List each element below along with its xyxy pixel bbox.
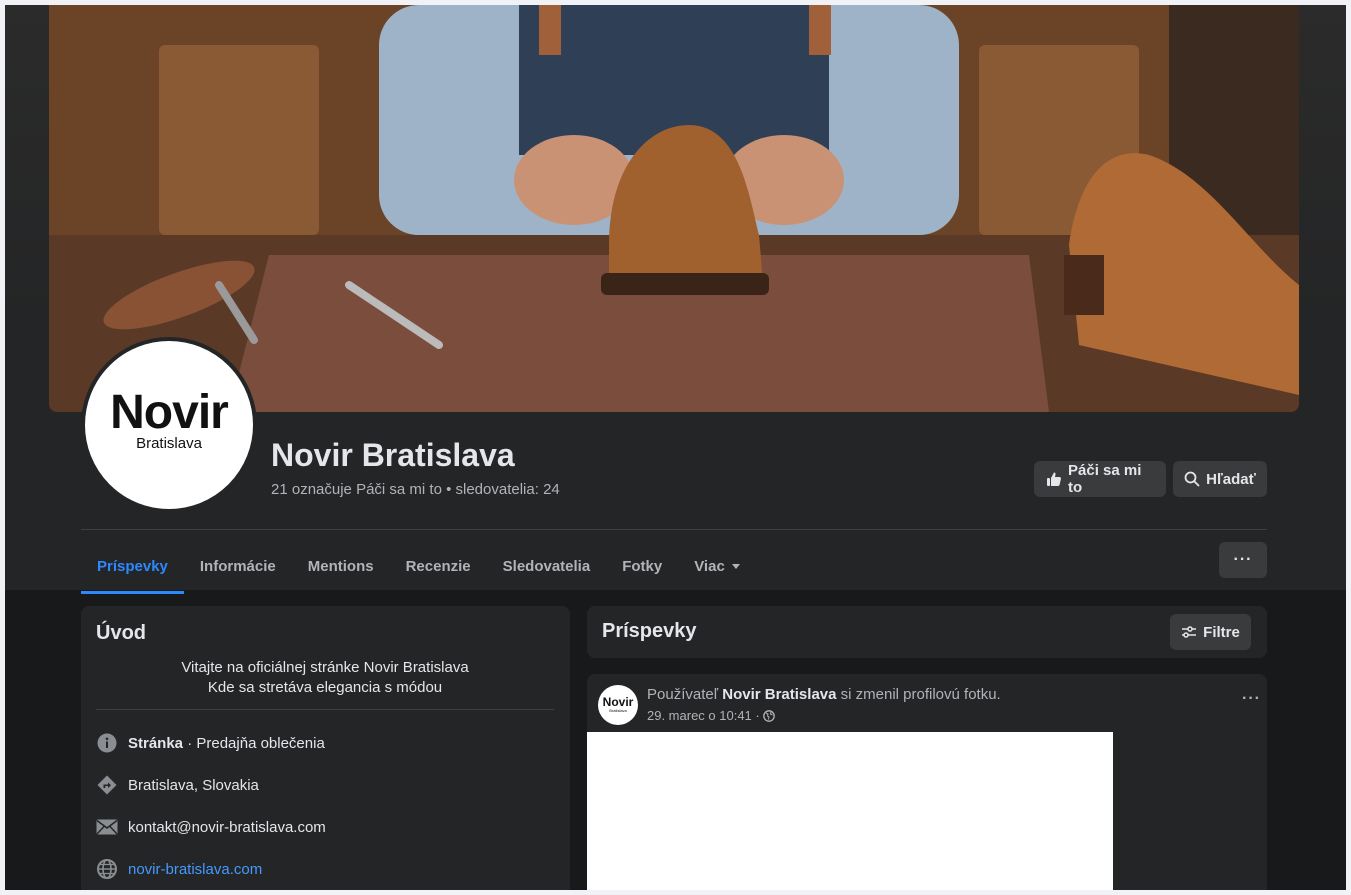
profile-tabs: Príspevky Informácie Mentions Recenzie S… bbox=[81, 542, 757, 594]
intro-bio: Vitajte na oficiálnej stránke Novir Brat… bbox=[96, 658, 554, 698]
post-image[interactable] bbox=[587, 732, 1113, 890]
tab-label: Recenzie bbox=[405, 557, 471, 575]
tab-label: Fotky bbox=[622, 557, 663, 575]
more-options-button[interactable]: ··· bbox=[1219, 542, 1267, 578]
email-text[interactable]: kontakt@novir-bratislava.com bbox=[128, 819, 326, 836]
post-author-avatar[interactable]: Novir Bratislava bbox=[598, 685, 638, 725]
page-title: Novir Bratislava bbox=[271, 437, 515, 473]
header-divider bbox=[81, 529, 1267, 530]
intro-divider bbox=[96, 709, 554, 710]
cover-illustration bbox=[49, 5, 1299, 412]
more-options-label: ··· bbox=[1233, 551, 1253, 568]
logo-subtitle: Bratislava bbox=[136, 435, 202, 452]
tab-label: Mentions bbox=[307, 557, 374, 575]
like-page-button[interactable]: Páči sa mi to bbox=[1034, 461, 1166, 497]
search-icon bbox=[1184, 471, 1200, 487]
info-icon bbox=[96, 732, 118, 754]
category-value: · Predajňa oblečenia bbox=[183, 734, 325, 752]
filter-button[interactable]: Filtre bbox=[1170, 614, 1251, 650]
directions-icon bbox=[96, 774, 118, 796]
avatar-logo-subtitle: Bratislava bbox=[609, 708, 627, 713]
category-row: Stránka · Predajňa oblečenia bbox=[96, 731, 325, 755]
thumbs-up-icon bbox=[1047, 472, 1061, 486]
location-row: Bratislava, Slovakia bbox=[96, 773, 259, 797]
public-globe-icon bbox=[762, 709, 775, 722]
tab-photos[interactable]: Fotky bbox=[606, 542, 678, 590]
post-headline-suffix: si zmenil profilovú fotku. bbox=[836, 686, 1001, 703]
intro-title: Úvod bbox=[96, 622, 146, 644]
globe-icon bbox=[96, 858, 118, 880]
website-row: novir-bratislava.com bbox=[96, 857, 262, 881]
website-link[interactable]: novir-bratislava.com bbox=[128, 861, 262, 878]
post-options-button[interactable]: ··· bbox=[1242, 690, 1261, 708]
intro-bio-line: Vitajte na oficiálnej stránke Novir Brat… bbox=[181, 659, 469, 676]
tab-followers[interactable]: Sledovatelia bbox=[487, 542, 607, 590]
page-stats[interactable]: 21 označuje Páči sa mi to • sledovatelia… bbox=[271, 481, 560, 498]
post-headline-prefix: Používateľ bbox=[647, 686, 723, 703]
category-label: Stránka bbox=[128, 734, 184, 752]
like-button-label: Páči sa mi to bbox=[1068, 462, 1142, 496]
post-author-name[interactable]: Novir Bratislava bbox=[722, 686, 836, 703]
cover-photo[interactable] bbox=[49, 5, 1299, 412]
tab-posts[interactable]: Príspevky bbox=[81, 542, 184, 594]
tab-info[interactable]: Informácie bbox=[184, 542, 292, 590]
post-meta: 29. marec o 10:41 · bbox=[647, 708, 775, 723]
post-headline: Používateľ Novir Bratislava si zmenil pr… bbox=[647, 686, 1001, 703]
tab-more[interactable]: Viac bbox=[678, 542, 757, 590]
intro-bio-line: Kde sa stretáva elegancia s módou bbox=[207, 679, 443, 696]
email-row: kontakt@novir-bratislava.com bbox=[96, 815, 326, 839]
tab-label: Viac bbox=[694, 557, 725, 575]
category-text: Stránka · Predajňa oblečenia bbox=[128, 735, 325, 752]
page-viewport: Novir Bratislava Novir Bratislava 21 ozn… bbox=[5, 5, 1346, 890]
intro-card: Úvod Vitajte na oficiálnej stránke Novir… bbox=[81, 606, 570, 890]
posts-header-card: Príspevky Filtre bbox=[587, 606, 1267, 658]
sliders-icon bbox=[1182, 626, 1197, 638]
mail-icon bbox=[96, 816, 118, 838]
logo-wordmark: Novir bbox=[110, 386, 229, 439]
search-button-label: Hľadať bbox=[1206, 470, 1256, 488]
location-text[interactable]: Bratislava, Slovakia bbox=[128, 777, 259, 794]
tab-label: Príspevky bbox=[97, 557, 168, 575]
caret-down-icon bbox=[731, 564, 740, 569]
tab-mentions[interactable]: Mentions bbox=[292, 542, 390, 590]
search-page-button[interactable]: Hľadať bbox=[1173, 461, 1267, 497]
post-timestamp[interactable]: 29. marec o 10:41 · bbox=[647, 708, 760, 723]
filter-button-label: Filtre bbox=[1203, 623, 1240, 641]
tab-label: Informácie bbox=[199, 557, 276, 575]
tab-reviews[interactable]: Recenzie bbox=[390, 542, 487, 590]
profile-avatar[interactable]: Novir Bratislava bbox=[81, 337, 257, 513]
avatar-logo-wordmark: Novir bbox=[602, 695, 634, 709]
tab-label: Sledovatelia bbox=[502, 557, 591, 575]
posts-title: Príspevky bbox=[602, 620, 697, 642]
post-card: Novir Bratislava Používateľ Novir Bratis… bbox=[587, 674, 1267, 890]
